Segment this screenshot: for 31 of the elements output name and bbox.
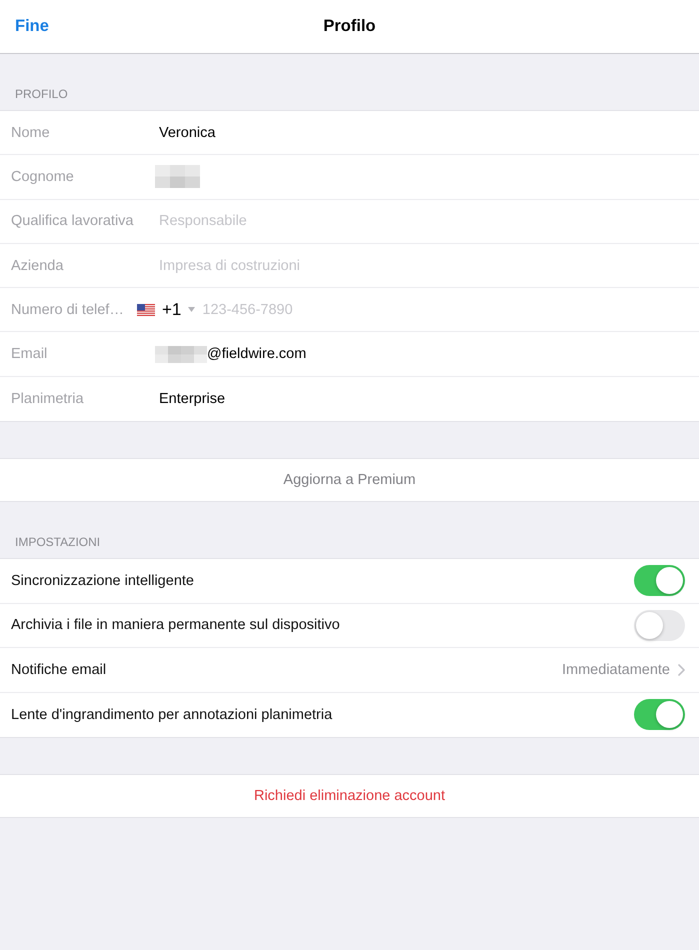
flag-icon — [137, 304, 155, 316]
section-header: IMPOSTAZIONI — [15, 535, 100, 550]
toggle-switch[interactable] — [634, 610, 685, 641]
screen-title: Profilo — [323, 17, 376, 36]
field-label: Qualifica lavorativa — [11, 213, 134, 230]
toggle-switch[interactable] — [634, 699, 685, 730]
upgrade-button[interactable]: Aggiorna a Premium — [0, 458, 699, 502]
setting-label: Archivia i file in maniera permanente sul dispositivo — [11, 617, 341, 634]
text-input-field[interactable]: Impresa di costruzioni — [159, 258, 688, 274]
delete-account-button[interactable]: Richiedi eliminazione account — [0, 774, 699, 818]
country-code-button[interactable]: +1 — [137, 300, 196, 320]
frequency-picker-button[interactable]: Immediatamente — [562, 662, 685, 678]
chevron-icon — [678, 664, 685, 676]
text-input-field[interactable]: @fieldwire.com — [207, 346, 688, 362]
field-label: Email — [11, 346, 48, 362]
field-value: Enterprise — [159, 390, 226, 407]
section-header: PROFILO — [15, 87, 68, 101]
setting-label: Sincronizzazione intelligente — [11, 572, 195, 589]
text-input-field[interactable]: Responsabile — [159, 213, 688, 230]
field-label: Numero di telef… — [11, 302, 125, 318]
field-label: Azienda — [11, 258, 64, 274]
field-label: Planimetria — [11, 390, 85, 407]
field-label: Nome — [11, 124, 51, 141]
caret-icon — [188, 307, 196, 312]
text-input-field[interactable]: Veronica — [159, 124, 688, 141]
phone-input-field[interactable]: 123-456-7890 — [202, 302, 688, 318]
toggle-switch[interactable] — [634, 565, 685, 596]
field-label: Cognome — [11, 168, 75, 185]
done-button[interactable]: Fine — [15, 17, 49, 36]
setting-label: Lente d'ingrandimento per annotazioni planimetria — [11, 706, 334, 723]
setting-label: Notifiche email — [11, 662, 108, 678]
